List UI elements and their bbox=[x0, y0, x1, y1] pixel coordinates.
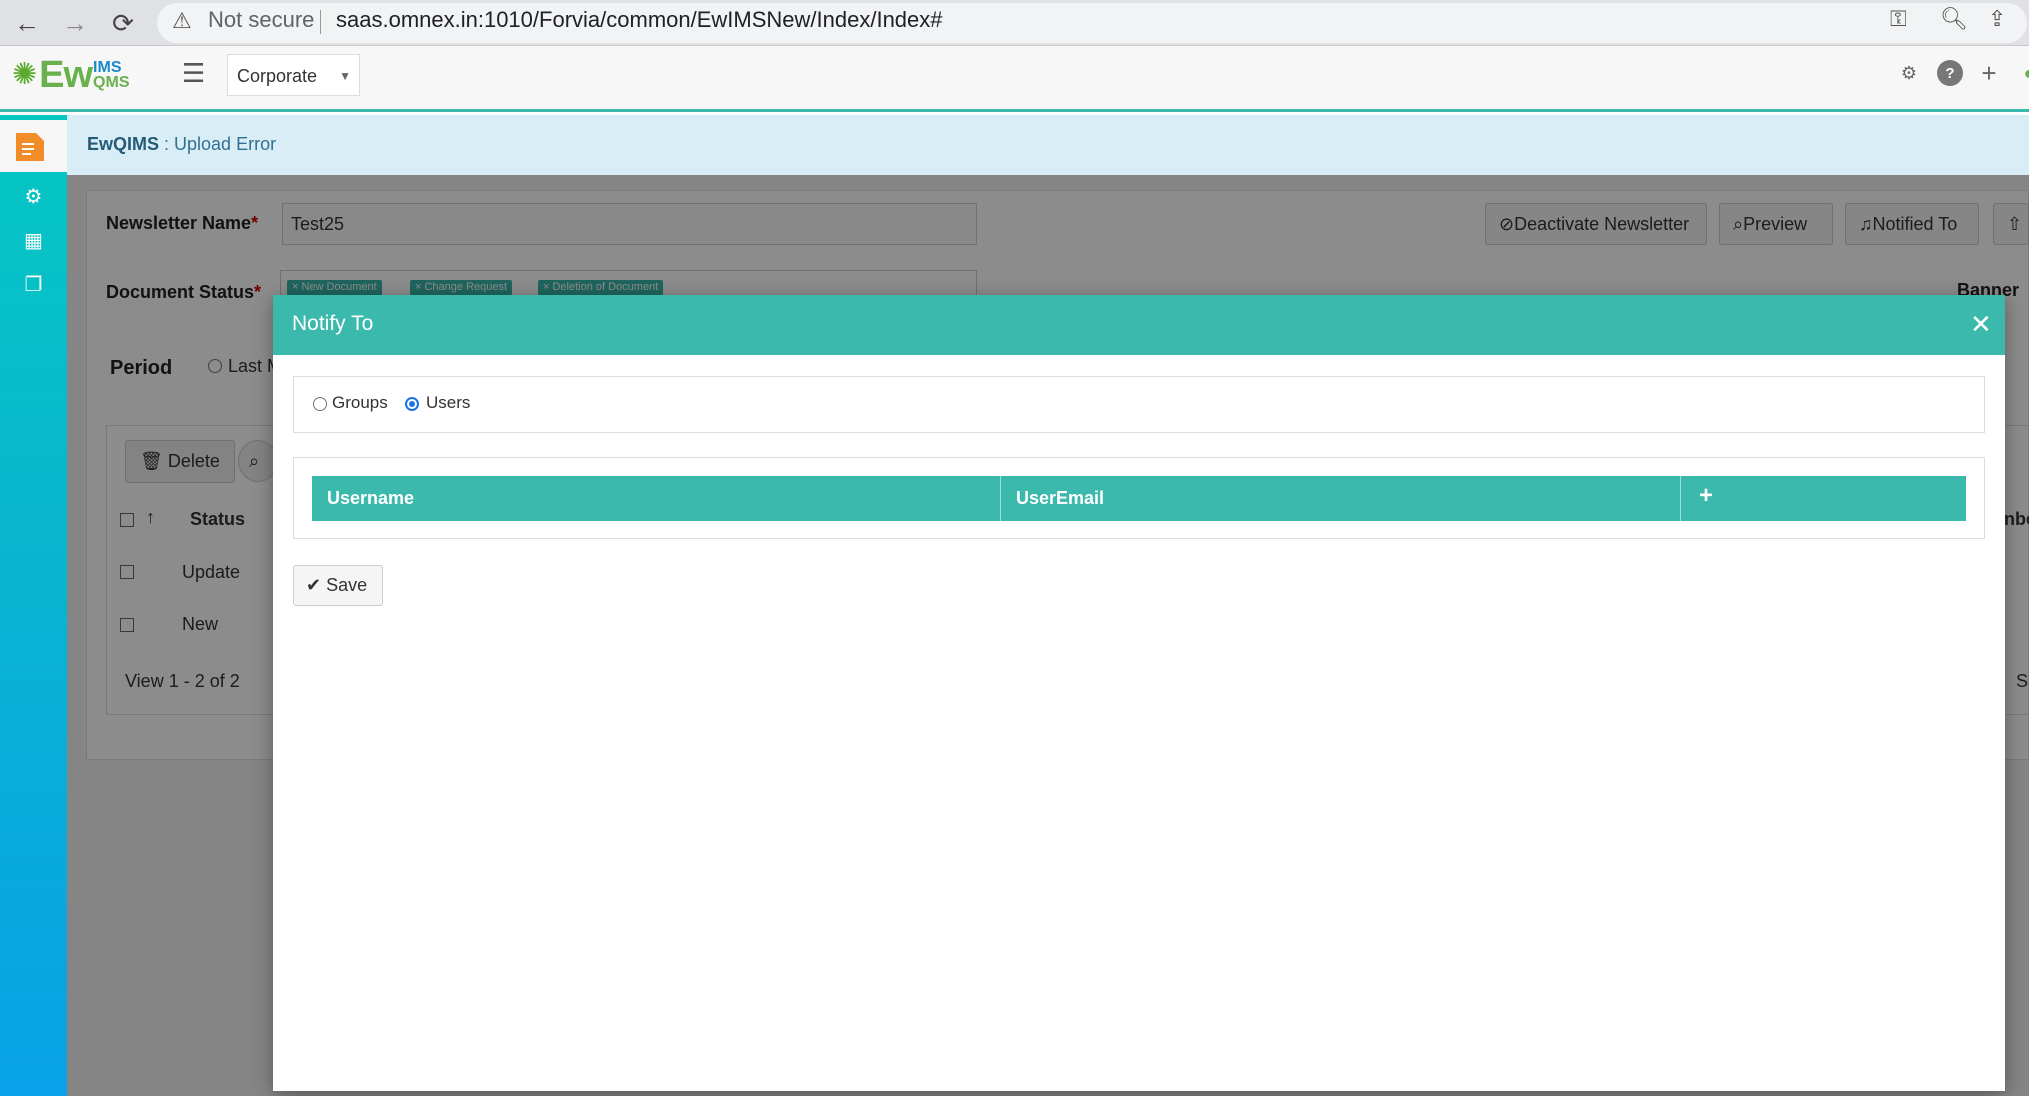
zoom-icon[interactable]: 🔍︎ bbox=[1940, 6, 1968, 32]
key-icon[interactable]: ⚿ bbox=[1890, 6, 1907, 32]
users-table-header: Username UserEmail + bbox=[312, 476, 1966, 521]
column-header-username[interactable]: Username bbox=[312, 476, 1001, 521]
groups-radio-label[interactable]: Groups bbox=[332, 393, 388, 413]
hamburger-menu-icon[interactable]: ☰ bbox=[182, 58, 205, 89]
copy-icon[interactable]: ❐ bbox=[0, 272, 67, 297]
address-separator bbox=[320, 10, 321, 34]
chevron-down-icon: ▼ bbox=[339, 69, 351, 83]
logo-stack: IMS QMS bbox=[93, 59, 130, 91]
site-selector-value: Corporate bbox=[237, 66, 318, 86]
app-logo[interactable]: ✺ Ew IMS QMS bbox=[12, 53, 130, 96]
newsletter-icon bbox=[16, 133, 44, 161]
breadcrumb: EwQIMS : Upload Error bbox=[67, 115, 2029, 175]
logo-sun-icon: ✺ bbox=[12, 58, 38, 91]
modal-title: Notify To bbox=[292, 312, 374, 335]
users-radio[interactable] bbox=[405, 397, 419, 411]
settings-cogs-icon[interactable]: ⚙ bbox=[0, 184, 67, 209]
url-text[interactable]: saas.omnex.in:1010/Forvia/common/EwIMSNe… bbox=[336, 7, 943, 33]
close-icon[interactable]: ✕ bbox=[1970, 309, 1992, 340]
add-user-button[interactable]: + bbox=[1681, 476, 1966, 521]
left-sidebar bbox=[0, 115, 67, 1096]
plus-icon[interactable]: + bbox=[1976, 58, 2002, 88]
users-radio-label[interactable]: Users bbox=[426, 393, 470, 413]
gear-icon[interactable]: ⚙ bbox=[1896, 60, 1922, 86]
sidebar-item-newsletter[interactable] bbox=[0, 120, 67, 172]
groups-radio[interactable] bbox=[313, 397, 327, 411]
site-selector[interactable]: Corporate ▼ bbox=[227, 54, 360, 96]
logo-text: Ew bbox=[39, 53, 93, 96]
modal-header bbox=[273, 295, 2005, 355]
security-label[interactable]: Not secure bbox=[208, 7, 314, 33]
column-header-useremail[interactable]: UserEmail bbox=[1001, 476, 1681, 521]
forward-arrow-icon[interactable]: → bbox=[58, 6, 92, 40]
breadcrumb-page: Upload Error bbox=[174, 134, 277, 154]
check-icon: ✔ bbox=[306, 575, 322, 595]
recipient-type-panel bbox=[293, 376, 1985, 433]
help-icon[interactable]: ? bbox=[1937, 60, 1963, 86]
back-arrow-icon[interactable]: ← bbox=[10, 6, 44, 40]
logo-top-text: IMS bbox=[93, 59, 122, 76]
building-icon[interactable]: ▦ bbox=[0, 228, 67, 253]
breadcrumb-separator: : bbox=[159, 134, 175, 154]
share-icon[interactable]: ⇪ bbox=[1988, 6, 2006, 32]
breadcrumb-module[interactable]: EwQIMS bbox=[87, 134, 159, 154]
plus-icon: + bbox=[1699, 482, 1714, 509]
save-button[interactable]: ✔ Save bbox=[293, 565, 383, 606]
reload-icon[interactable]: ⟳ bbox=[106, 6, 140, 40]
warning-icon: ⚠ bbox=[172, 8, 192, 33]
logo-bottom-text: QMS bbox=[93, 74, 130, 91]
